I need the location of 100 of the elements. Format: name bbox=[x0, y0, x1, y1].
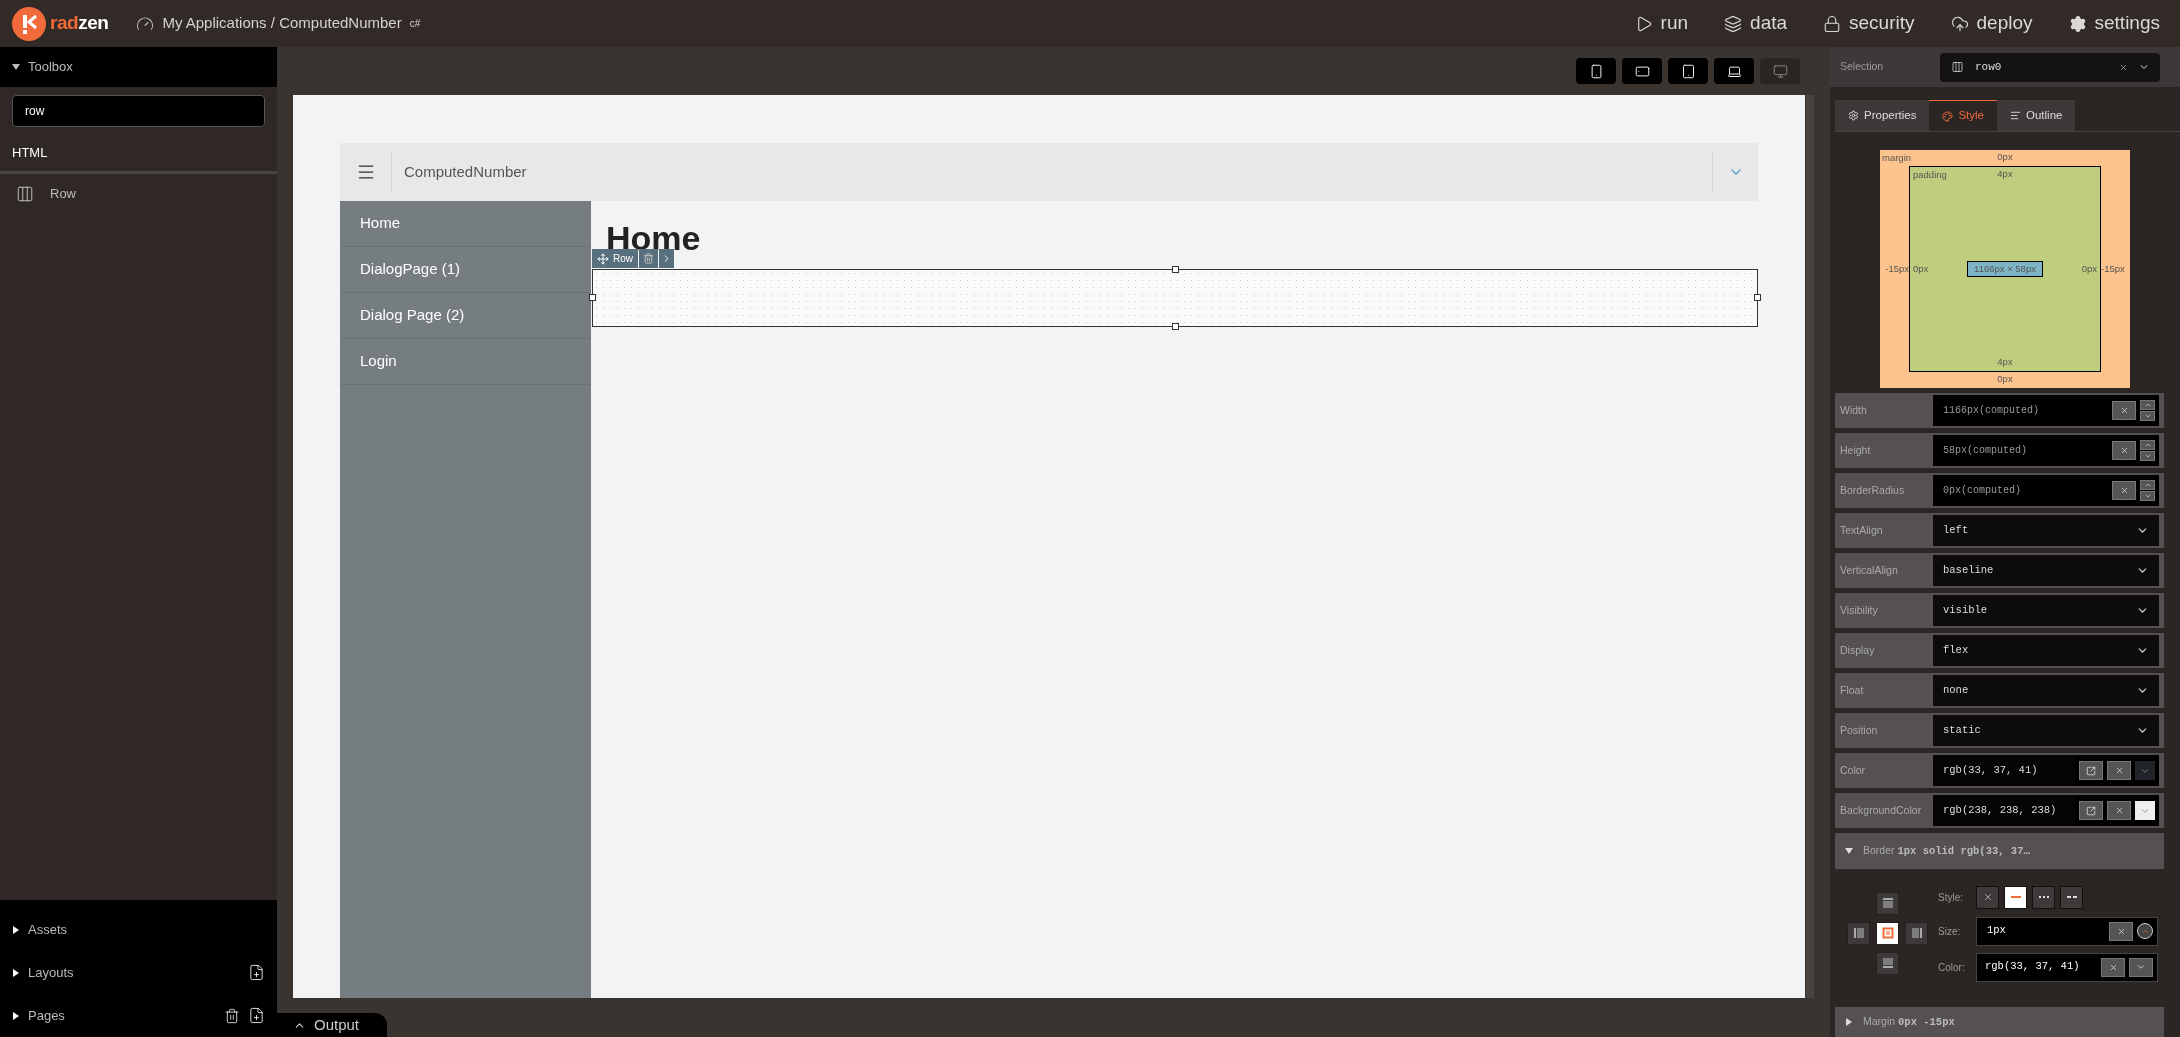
border-right-icon bbox=[1910, 927, 1923, 939]
chevron-up-icon bbox=[2143, 401, 2152, 409]
color-swatch-button[interactable] bbox=[2135, 801, 2155, 820]
menu-button[interactable]: security bbox=[1823, 9, 1915, 38]
border-side-button[interactable] bbox=[1847, 921, 1870, 945]
border-side-button[interactable] bbox=[1876, 891, 1899, 915]
property-select[interactable]: static bbox=[1933, 715, 2159, 746]
phone-icon bbox=[1634, 63, 1650, 79]
nav-item[interactable]: Dialog Page (2) bbox=[340, 293, 591, 339]
search-field[interactable]: row bbox=[12, 95, 265, 127]
gear-icon bbox=[1848, 110, 1859, 121]
chevron-down-icon bbox=[2143, 412, 2152, 420]
language-label: c# bbox=[409, 17, 421, 31]
property-field[interactable]: 58px(computed) bbox=[1933, 435, 2159, 466]
add-file-icon[interactable] bbox=[248, 1006, 265, 1025]
border-style-button[interactable] bbox=[2032, 885, 2055, 909]
chevron-down-icon bbox=[2143, 452, 2152, 460]
property-label: Position bbox=[1839, 722, 1879, 738]
property-select[interactable]: left bbox=[1933, 515, 2159, 546]
color-swatch-button[interactable] bbox=[2135, 761, 2155, 780]
open-picker-button[interactable] bbox=[2079, 761, 2103, 780]
output-tab[interactable]: Output bbox=[277, 1013, 387, 1037]
border-style-button[interactable] bbox=[2004, 885, 2027, 909]
decrement-button[interactable] bbox=[2140, 411, 2155, 421]
palette-icon bbox=[1942, 110, 1954, 122]
delete-button[interactable] bbox=[639, 249, 658, 268]
external-link-icon bbox=[2086, 805, 2096, 816]
caret-icon bbox=[12, 968, 20, 977]
device-button[interactable] bbox=[1714, 58, 1754, 84]
border-left-icon bbox=[1852, 927, 1865, 939]
device-button[interactable] bbox=[1668, 58, 1708, 84]
decrement-button[interactable] bbox=[2140, 491, 2155, 501]
border-section-header[interactable]: Border 1px solid rgb(33, 37… bbox=[1835, 833, 2164, 869]
external-link-icon bbox=[2086, 765, 2096, 776]
logo-icon bbox=[12, 6, 46, 41]
delete-icon[interactable] bbox=[224, 1006, 240, 1025]
property-select[interactable]: visible bbox=[1933, 595, 2159, 626]
chevron-up-icon bbox=[2143, 481, 2152, 489]
border-style-button[interactable] bbox=[2060, 885, 2083, 909]
nav-item[interactable]: Home bbox=[340, 201, 591, 247]
property-select[interactable]: flex bbox=[1933, 635, 2159, 666]
size-field[interactable]: 1px bbox=[1976, 916, 2158, 946]
toolbox-item[interactable]: Row bbox=[0, 173, 277, 214]
border-side-button[interactable] bbox=[1876, 921, 1899, 945]
resize-handle[interactable] bbox=[1754, 294, 1761, 301]
breadcrumb[interactable]: My Applications / ComputedNumber bbox=[162, 12, 402, 35]
resize-handle[interactable] bbox=[1172, 266, 1179, 273]
margin-section-header[interactable]: Margin 0px -15px bbox=[1835, 1007, 2164, 1037]
inspector-tab[interactable]: Outline bbox=[1997, 100, 2076, 131]
monitor-icon bbox=[1772, 63, 1788, 79]
scrollbar[interactable] bbox=[1806, 95, 1814, 998]
toolbox-title: Toolbox bbox=[28, 58, 73, 77]
increment-button[interactable] bbox=[2137, 923, 2153, 939]
size-label: Size: bbox=[1938, 924, 1962, 939]
section-label: Assets bbox=[28, 920, 67, 939]
lines-icon bbox=[2010, 110, 2021, 121]
clear-icon[interactable] bbox=[2119, 62, 2128, 72]
resize-handle[interactable] bbox=[1172, 323, 1179, 330]
add-file-icon[interactable] bbox=[248, 963, 265, 982]
padding-bottom: 4px bbox=[1997, 355, 2013, 369]
property-label: Width bbox=[1839, 402, 1868, 418]
dropdown-button[interactable] bbox=[2129, 957, 2153, 977]
toolbox-header[interactable]: Toolbox bbox=[0, 47, 277, 87]
device-button[interactable] bbox=[1576, 58, 1616, 84]
section-label: Layouts bbox=[28, 963, 74, 982]
selection-select[interactable]: row0 bbox=[1940, 52, 2160, 82]
close-icon bbox=[2119, 406, 2129, 415]
chevron-down-icon bbox=[2143, 492, 2152, 500]
menu-button[interactable]: run bbox=[1634, 9, 1689, 38]
tablet-icon bbox=[1680, 63, 1696, 79]
selected-row[interactable] bbox=[592, 269, 1758, 327]
property-field[interactable]: 1166px(computed) bbox=[1933, 395, 2159, 426]
dotted-line-icon bbox=[2038, 896, 2049, 898]
nav-item[interactable]: DialogPage (1) bbox=[340, 247, 591, 293]
property-select[interactable]: none bbox=[1933, 675, 2159, 706]
laptop-icon bbox=[1726, 63, 1742, 79]
device-button[interactable] bbox=[1622, 58, 1662, 84]
menu-button[interactable]: deploy bbox=[1950, 9, 2033, 38]
property-field[interactable]: rgb(33, 37, 41) bbox=[1933, 755, 2075, 786]
clear-button[interactable] bbox=[2109, 921, 2133, 941]
border-side-button[interactable] bbox=[1905, 921, 1928, 945]
dashed-line-icon bbox=[2066, 896, 2077, 898]
decrement-button[interactable] bbox=[2140, 451, 2155, 461]
resize-handle[interactable] bbox=[589, 294, 596, 301]
open-picker-button[interactable] bbox=[2079, 801, 2103, 820]
menu-button[interactable]: settings bbox=[2068, 9, 2160, 38]
close-icon bbox=[1982, 892, 1993, 902]
property-field[interactable]: rgb(238, 238, 238) bbox=[1933, 795, 2075, 826]
border-side-button[interactable] bbox=[1876, 951, 1899, 975]
property-label: TextAlign bbox=[1839, 522, 1884, 538]
inspector-tab[interactable]: Properties bbox=[1835, 100, 1930, 131]
clear-button[interactable] bbox=[2101, 957, 2125, 977]
close-icon bbox=[2114, 806, 2124, 815]
dashboard-icon[interactable] bbox=[136, 14, 155, 33]
menu-button[interactable]: data bbox=[1724, 9, 1788, 38]
selection-label: Selection bbox=[1840, 59, 1885, 75]
padding-right: 0px bbox=[2081, 261, 2097, 276]
property-select[interactable]: baseline bbox=[1933, 555, 2159, 586]
property-field[interactable]: 0px(computed) bbox=[1933, 475, 2159, 506]
nav-item[interactable]: Login bbox=[340, 339, 591, 385]
